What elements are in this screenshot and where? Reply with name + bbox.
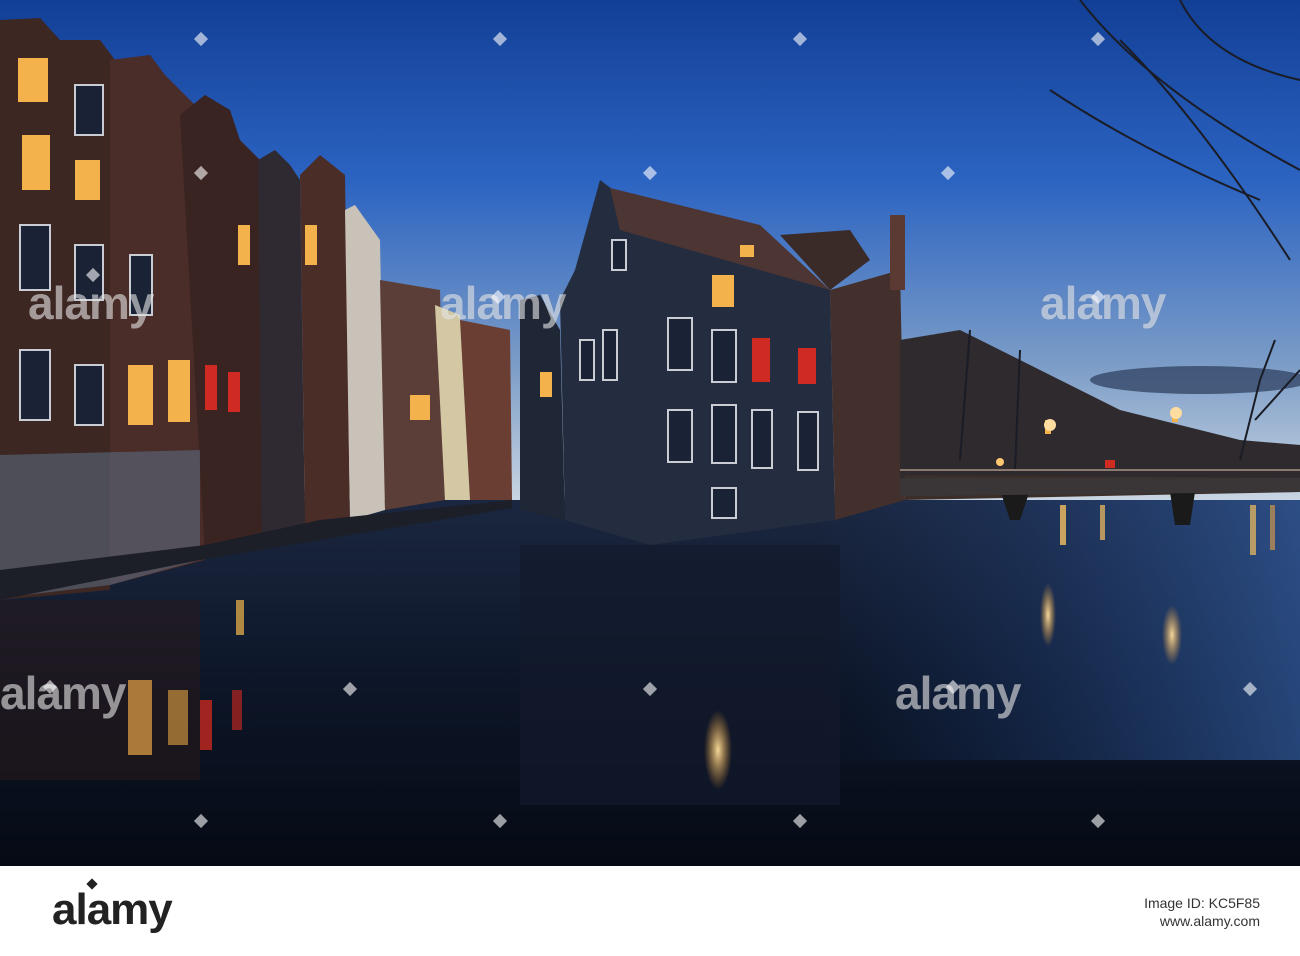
footer-bar: alamy Image ID: KC5F85 www.alamy.com — [0, 866, 1300, 956]
footer-url[interactable]: www.alamy.com — [1144, 912, 1260, 930]
canal-scene — [0, 0, 1300, 866]
canal-photo: alamy alamy alamy alamy alamy — [0, 0, 1300, 866]
footer-logo: alamy — [52, 885, 173, 934]
cloud — [1090, 366, 1300, 394]
footer-info: Image ID: KC5F85 www.alamy.com — [1144, 894, 1260, 930]
image-id: Image ID: KC5F85 — [1144, 895, 1260, 911]
